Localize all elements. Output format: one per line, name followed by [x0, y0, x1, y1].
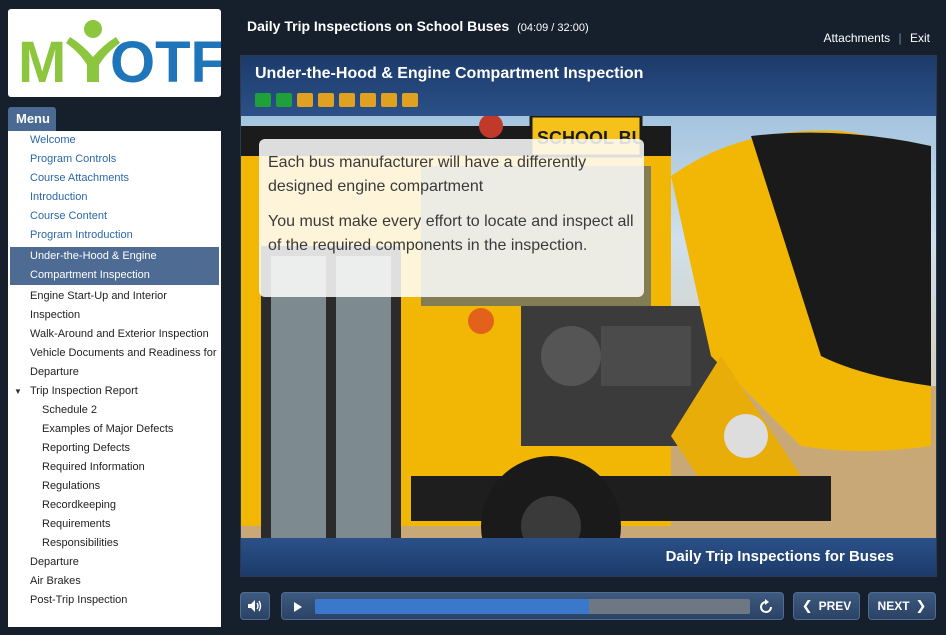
slide-footer: Daily Trip Inspections for Buses: [241, 538, 936, 576]
slide-paragraph-2: You must make every effort to locate and…: [268, 213, 634, 254]
menu-item-label: Trip Inspection Report: [30, 385, 138, 397]
menu-item[interactable]: Walk-Around and Exterior Inspection: [8, 325, 221, 344]
menu-item-label: Recordkeeping: [42, 499, 116, 511]
menu-list: Welcome Program Controls Course Attachment…: [8, 131, 221, 610]
menu-item[interactable]: Regulations: [8, 477, 221, 496]
menu-item[interactable]: Examples of Major Defects: [8, 420, 221, 439]
menu-item-label: Required Information: [42, 461, 145, 473]
speaker-icon: [248, 600, 262, 612]
progress-step: [318, 93, 334, 107]
progress-step: [276, 93, 292, 107]
menu-item[interactable]: Welcome: [8, 131, 221, 150]
menu-item-label: Introduction: [30, 191, 88, 203]
menu-item-label: Program Controls: [30, 153, 117, 165]
top-links: Attachments | Exit: [823, 31, 930, 45]
menu-item[interactable]: Recordkeeping: [8, 496, 221, 515]
replay-button[interactable]: [757, 598, 775, 616]
menu-item-label: Schedule 2: [42, 404, 98, 416]
progress-indicator: [255, 93, 418, 107]
play-icon: [294, 602, 302, 612]
menu-item[interactable]: Under-the-Hood & Engine Compartment Insp…: [10, 247, 219, 285]
menu-item-label: Course Content: [30, 210, 108, 222]
chevron-right-icon: ❯: [915, 598, 927, 613]
menu-item-label: Post-Trip Inspection: [30, 594, 128, 606]
slide-paragraph-1: Each bus manufacturer will have a differ…: [268, 154, 587, 195]
seek-bar[interactable]: [315, 599, 750, 614]
caret-down-icon[interactable]: ▼: [14, 382, 22, 401]
menu-item[interactable]: Air Brakes: [8, 572, 221, 591]
seek-bar-progress: [315, 599, 590, 614]
slide-textbox: Each bus manufacturer will have a differ…: [259, 139, 644, 297]
course-title: Daily Trip Inspections on School Buses (…: [247, 18, 589, 34]
menu-item-label: Air Brakes: [30, 575, 81, 587]
playback-bar: [281, 592, 784, 620]
menu-item[interactable]: Course Attachments: [8, 169, 221, 188]
slide-title: Under-the-Hood & Engine Compartment Insp…: [255, 65, 644, 82]
menu-item[interactable]: Program Controls: [8, 150, 221, 169]
menu-item-label: Responsibilities: [42, 537, 119, 549]
menu-item[interactable]: Responsibilities: [8, 534, 221, 553]
progress-step: [381, 93, 397, 107]
menu-item-label: Walk-Around and Exterior Inspection: [30, 328, 209, 340]
progress-step: [255, 93, 271, 107]
myotf-logo: M OTF: [18, 20, 226, 95]
volume-button[interactable]: [240, 592, 270, 620]
logo: M OTF: [8, 9, 226, 97]
next-label: NEXT: [877, 599, 910, 613]
prev-button[interactable]: ❮ PREV: [793, 592, 860, 620]
menu-panel: Welcome Program Controls Course Attachment…: [8, 131, 221, 627]
chevron-left-icon: ❮: [801, 598, 813, 613]
menu-item[interactable]: Engine Start-Up and Interior Inspection: [8, 287, 221, 325]
menu-tab[interactable]: Menu: [8, 107, 56, 131]
menu-item-label: Program Introduction: [30, 229, 133, 241]
menu-item[interactable]: ▼ Trip Inspection Report: [8, 382, 221, 401]
prev-label: PREV: [818, 599, 852, 613]
slide-stage: SCHOOL BUS Under-the-Hood & Engine Compa…: [240, 55, 937, 577]
exit-link[interactable]: Exit: [910, 31, 930, 45]
menu-item-label: Course Attachments: [30, 172, 130, 184]
menu-item-label: Departure: [30, 556, 79, 568]
replay-icon: [760, 599, 772, 613]
progress-step: [402, 93, 418, 107]
school-bus-image: SCHOOL BUS: [241, 114, 936, 576]
menu-item-label: Under-the-Hood & Engine Compartment Insp…: [30, 250, 157, 281]
menu-item[interactable]: Post-Trip Inspection: [8, 591, 221, 610]
logo-figure-head: [84, 20, 102, 38]
link-separator: |: [898, 31, 902, 45]
progress-step: [297, 93, 313, 107]
menu-item[interactable]: Reporting Defects: [8, 439, 221, 458]
menu-item-label: Welcome: [30, 134, 76, 146]
play-button[interactable]: [290, 599, 306, 615]
logo-otf: OTF: [110, 30, 221, 95]
menu-item[interactable]: Program Introduction: [8, 226, 221, 245]
progress-step: [339, 93, 355, 107]
slide-footer-text: Daily Trip Inspections for Buses: [665, 548, 894, 565]
menu-item-label: Reporting Defects: [42, 442, 131, 454]
menu-item-label: Requirements: [42, 518, 111, 530]
menu-item[interactable]: Required Information: [8, 458, 221, 477]
progress-step: [360, 93, 376, 107]
menu-item[interactable]: Course Content: [8, 207, 221, 226]
menu-item-label: Regulations: [42, 480, 101, 492]
menu-item[interactable]: Introduction: [8, 188, 221, 207]
menu-item[interactable]: Vehicle Documents and Readiness for Depa…: [8, 344, 221, 382]
menu-item-label: Vehicle Documents and Readiness for Depa…: [30, 347, 217, 378]
menu-item[interactable]: Schedule 2: [8, 401, 221, 420]
slide-header: Under-the-Hood & Engine Compartment Insp…: [241, 56, 936, 116]
menu-item-label: Engine Start-Up and Interior Inspection: [30, 290, 167, 321]
attachments-link[interactable]: Attachments: [823, 31, 890, 45]
next-button[interactable]: NEXT ❯: [868, 592, 936, 620]
logo-m: M: [18, 30, 66, 95]
course-title-text: Daily Trip Inspections on School Buses: [247, 18, 510, 34]
course-time: (04:09 / 32:00): [517, 22, 589, 34]
menu-item[interactable]: Departure: [8, 553, 221, 572]
menu-item[interactable]: Requirements: [8, 515, 221, 534]
menu-item-label: Examples of Major Defects: [42, 423, 174, 435]
